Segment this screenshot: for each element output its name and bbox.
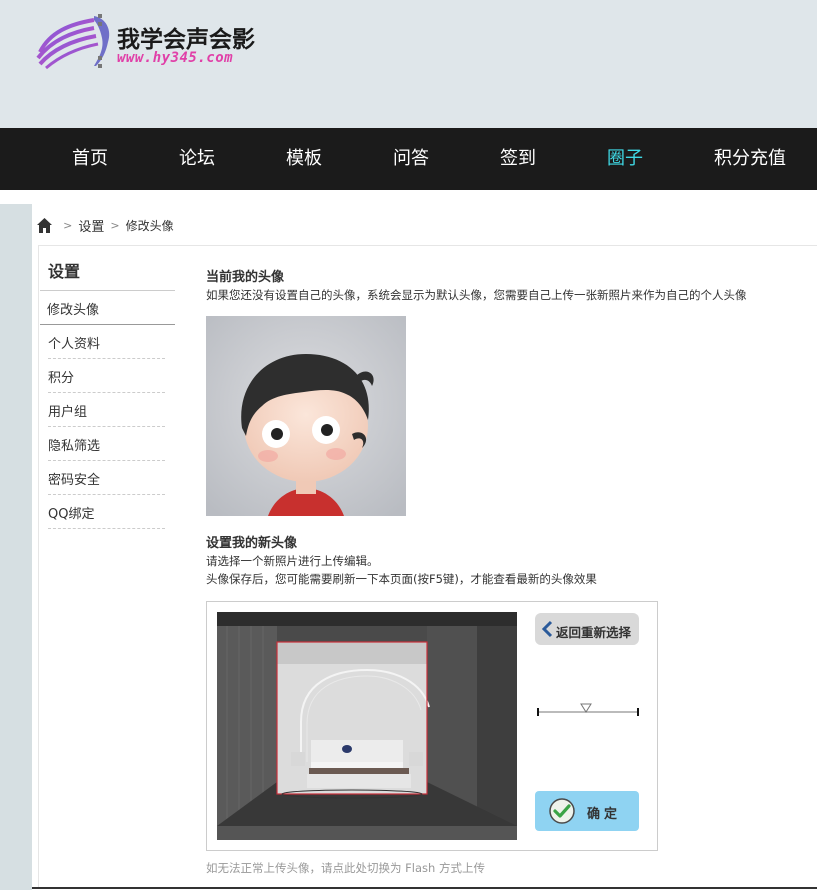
- divider: [32, 887, 817, 889]
- new-avatar-title: 设置我的新头像: [206, 536, 298, 551]
- crop-preview[interactable]: [217, 612, 517, 840]
- new-avatar-line2: 头像保存后，您可能需要刷新一下本页面(按F5键)，才能查看最新的头像效果: [206, 572, 597, 586]
- chevron-left-icon: [541, 620, 553, 638]
- sidebar-item-label: QQ绑定: [48, 507, 95, 522]
- reselect-button-label: 返回重新选择: [556, 625, 632, 640]
- home-icon[interactable]: [36, 217, 53, 234]
- sidebar-item-avatar[interactable]: 修改头像: [40, 291, 175, 325]
- confirm-button-label: 确定: [587, 807, 622, 822]
- logo-emblem-icon: [36, 14, 110, 70]
- current-avatar-desc: 如果您还没有设置自己的头像，系统会显示为默认头像，您需要自己上传一张新照片来作为…: [206, 288, 747, 302]
- sidebar-item-label: 隐私筛选: [48, 439, 101, 454]
- confirm-button[interactable]: 确定: [535, 791, 639, 831]
- sidebar-item-profile[interactable]: 个人资料: [48, 325, 165, 359]
- sidebar-item-usergroup[interactable]: 用户组: [48, 393, 165, 427]
- sidebar-item-password[interactable]: 密码安全: [48, 461, 165, 495]
- sidebar-item-label: 积分: [48, 371, 75, 386]
- sidebar-item-points[interactable]: 积分: [48, 359, 165, 393]
- chevron-right-icon: >: [63, 219, 73, 232]
- nav-item-checkin[interactable]: 签到: [500, 128, 536, 190]
- nav-item-circle[interactable]: 圈子: [607, 128, 643, 190]
- site-logo[interactable]: 我学会声会影 www.hy345.com: [36, 12, 276, 72]
- breadcrumb: > 设置 > 修改头像: [36, 216, 174, 236]
- sidebar-title: 设置: [48, 262, 81, 281]
- current-avatar-title: 当前我的头像: [206, 270, 285, 285]
- check-circle-icon: [549, 798, 575, 824]
- nav-item-qa[interactable]: 问答: [393, 128, 429, 190]
- site-url: www.hy345.com: [117, 50, 234, 66]
- nav-item-recharge[interactable]: 积分充值: [714, 128, 786, 190]
- divider: [38, 245, 817, 246]
- nav-item-home[interactable]: 首页: [72, 128, 108, 190]
- sidebar-item-label: 个人资料: [48, 337, 101, 352]
- main-nav: 首页 论坛 模板 问答 签到 圈子 积分充值: [0, 128, 817, 190]
- reselect-button[interactable]: 返回重新选择: [535, 613, 639, 645]
- nav-item-templates[interactable]: 模板: [286, 128, 322, 190]
- divider: [38, 245, 39, 887]
- sidebar-item-label: 用户组: [48, 405, 88, 420]
- new-avatar-line1: 请选择一个新照片进行上传编辑。: [206, 554, 379, 568]
- current-avatar-image: [206, 316, 406, 516]
- chevron-right-icon: >: [110, 219, 120, 232]
- page-content: > 设置 > 修改头像 设置 修改头像 个人资料 积分 用户组 隐私筛选 密码安全 Q…: [0, 190, 817, 890]
- left-rail: [0, 204, 32, 890]
- avatar-uploader: 返回重新选择 确定: [206, 601, 658, 851]
- sidebar-item-privacy[interactable]: 隐私筛选: [48, 427, 165, 461]
- sidebar-item-qq[interactable]: QQ绑定: [48, 495, 165, 529]
- site-header: 我学会声会影 www.hy345.com: [0, 0, 817, 128]
- sidebar-item-label: 密码安全: [48, 473, 101, 488]
- flash-upload-link[interactable]: 如无法正常上传头像，请点此处切换为 Flash 方式上传: [206, 860, 485, 876]
- nav-item-forum[interactable]: 论坛: [179, 128, 215, 190]
- breadcrumb-settings[interactable]: 设置: [78, 220, 104, 235]
- breadcrumb-current: 修改头像: [125, 219, 174, 233]
- zoom-slider[interactable]: [537, 702, 641, 722]
- sidebar-item-label: 修改头像: [47, 303, 100, 318]
- site-name: 我学会声会影: [117, 27, 255, 53]
